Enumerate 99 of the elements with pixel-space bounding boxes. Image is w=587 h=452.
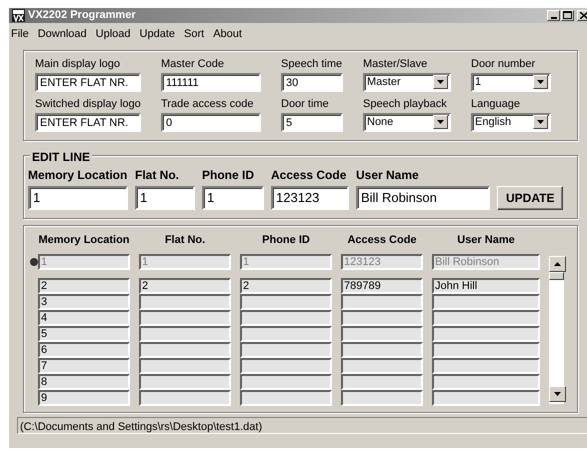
input-field[interactable]: 1 bbox=[135, 186, 195, 210]
table-cell[interactable]: 8 bbox=[38, 374, 130, 390]
field-label: Speech playback bbox=[363, 98, 448, 110]
table-cell[interactable] bbox=[139, 390, 231, 406]
scroll-up-button[interactable] bbox=[549, 256, 566, 272]
table-cell[interactable] bbox=[341, 358, 423, 374]
table-cell[interactable] bbox=[341, 326, 423, 342]
column-header: Phone ID bbox=[261, 232, 311, 248]
dropdown-field[interactable]: None bbox=[363, 112, 451, 132]
input-field[interactable]: ENTER FLAT NR. bbox=[35, 112, 141, 132]
table-cell[interactable]: 9 bbox=[38, 390, 130, 406]
table-cell[interactable] bbox=[240, 390, 332, 406]
dropdown-field[interactable]: 1 bbox=[471, 72, 551, 92]
menu-item[interactable]: Upload bbox=[96, 26, 131, 42]
scroll-down-button[interactable] bbox=[549, 386, 566, 402]
update-button[interactable]: UPDATE bbox=[497, 186, 564, 210]
menu-item[interactable]: File bbox=[11, 26, 29, 42]
table-cell[interactable]: 5 bbox=[38, 326, 130, 342]
table-cell[interactable]: 2 bbox=[139, 278, 231, 294]
table-cell[interactable] bbox=[432, 342, 540, 358]
table-cell[interactable] bbox=[139, 294, 231, 310]
window-title: VX2202 Programmer bbox=[28, 8, 136, 24]
field-label: Flat No. bbox=[135, 166, 180, 184]
input-field[interactable]: 1 bbox=[202, 186, 264, 210]
field-label: Access Code bbox=[271, 166, 348, 184]
column-header: Flat No. bbox=[164, 232, 206, 248]
table-cell[interactable] bbox=[240, 310, 332, 326]
table-cell[interactable]: John Hill bbox=[432, 278, 540, 294]
field-label: Master/Slave bbox=[363, 58, 428, 70]
dropdown-arrow-icon bbox=[537, 80, 544, 84]
input-field[interactable]: Bill Robinson bbox=[356, 186, 490, 210]
maximize-icon bbox=[563, 11, 572, 19]
table-cell[interactable] bbox=[139, 374, 231, 390]
field-label: Door number bbox=[471, 58, 536, 70]
field-label: Main display logo bbox=[35, 58, 121, 70]
table-cell[interactable] bbox=[432, 310, 540, 326]
table-cell[interactable] bbox=[432, 358, 540, 374]
table-cell[interactable]: 6 bbox=[38, 342, 130, 358]
field-label: User Name bbox=[356, 166, 420, 184]
close-icon bbox=[580, 12, 587, 19]
table-cell[interactable]: 789789 bbox=[341, 278, 423, 294]
table-cell[interactable] bbox=[341, 374, 423, 390]
table-cell[interactable] bbox=[341, 294, 423, 310]
field-label: Language bbox=[471, 98, 521, 110]
input-field[interactable]: 0 bbox=[161, 112, 261, 132]
table-cell[interactable] bbox=[139, 342, 231, 358]
input-field[interactable]: 111111 bbox=[161, 72, 261, 92]
table-cell[interactable] bbox=[432, 390, 540, 406]
close-button[interactable] bbox=[577, 10, 587, 21]
table-cell[interactable] bbox=[432, 374, 540, 390]
table-cell[interactable] bbox=[240, 294, 332, 310]
column-header: Access Code bbox=[346, 232, 418, 248]
dropdown-field[interactable]: English bbox=[471, 112, 551, 132]
table-cell[interactable] bbox=[240, 342, 332, 358]
minimize-icon bbox=[550, 17, 556, 19]
field-label: Memory Location bbox=[28, 166, 128, 184]
field-label: Master Code bbox=[161, 58, 225, 70]
table-cell[interactable] bbox=[240, 326, 332, 342]
table-cell[interactable] bbox=[240, 358, 332, 374]
minimize-button[interactable] bbox=[547, 10, 560, 21]
input-field[interactable]: 123123 bbox=[271, 186, 349, 210]
column-header: Memory Location bbox=[38, 232, 130, 248]
field-label: Door time bbox=[281, 98, 330, 110]
table-cell[interactable] bbox=[432, 294, 540, 310]
field-label: Switched display logo bbox=[35, 98, 141, 110]
dropdown-arrow-icon bbox=[437, 80, 444, 84]
input-field[interactable]: 5 bbox=[281, 112, 343, 132]
scrollbar[interactable] bbox=[548, 254, 565, 404]
table-cell[interactable]: 7 bbox=[38, 358, 130, 374]
input-field[interactable]: 1 bbox=[28, 186, 128, 210]
menu-item[interactable]: Sort bbox=[184, 26, 204, 42]
menu-item[interactable]: Download bbox=[38, 26, 87, 42]
maximize-button[interactable] bbox=[561, 10, 574, 21]
table-cell[interactable]: 4 bbox=[38, 310, 130, 326]
table-cell[interactable]: 2 bbox=[38, 278, 130, 294]
table-cell[interactable]: 3 bbox=[38, 294, 130, 310]
input-field[interactable]: 30 bbox=[281, 72, 343, 92]
dropdown-arrow-icon bbox=[437, 120, 444, 124]
dropdown-field[interactable]: Master bbox=[363, 72, 451, 92]
table-cell[interactable] bbox=[341, 310, 423, 326]
up-arrow-icon bbox=[554, 262, 561, 266]
table-cell[interactable] bbox=[341, 342, 423, 358]
table-cell[interactable] bbox=[432, 326, 540, 342]
field-label: Speech time bbox=[281, 58, 343, 70]
table-cell[interactable]: 2 bbox=[240, 278, 332, 294]
status-bar: (C:\Documents and Settings\rs\Desktop\test1.dat) bbox=[17, 416, 587, 434]
field-label: Phone ID bbox=[202, 166, 256, 184]
table-cell[interactable] bbox=[139, 310, 231, 326]
input-field[interactable]: ENTER FLAT NR. bbox=[35, 72, 141, 92]
table-cell[interactable] bbox=[240, 374, 332, 390]
menu-item[interactable]: Update bbox=[140, 26, 175, 42]
table-cell[interactable] bbox=[139, 326, 231, 342]
down-arrow-icon bbox=[554, 392, 561, 396]
table-cell[interactable] bbox=[139, 358, 231, 374]
table-cell[interactable] bbox=[341, 390, 423, 406]
menu-item[interactable]: About bbox=[213, 26, 242, 42]
field-label: Trade access code bbox=[161, 98, 255, 110]
column-header: User Name bbox=[456, 232, 516, 248]
dropdown-arrow-icon bbox=[537, 120, 544, 124]
